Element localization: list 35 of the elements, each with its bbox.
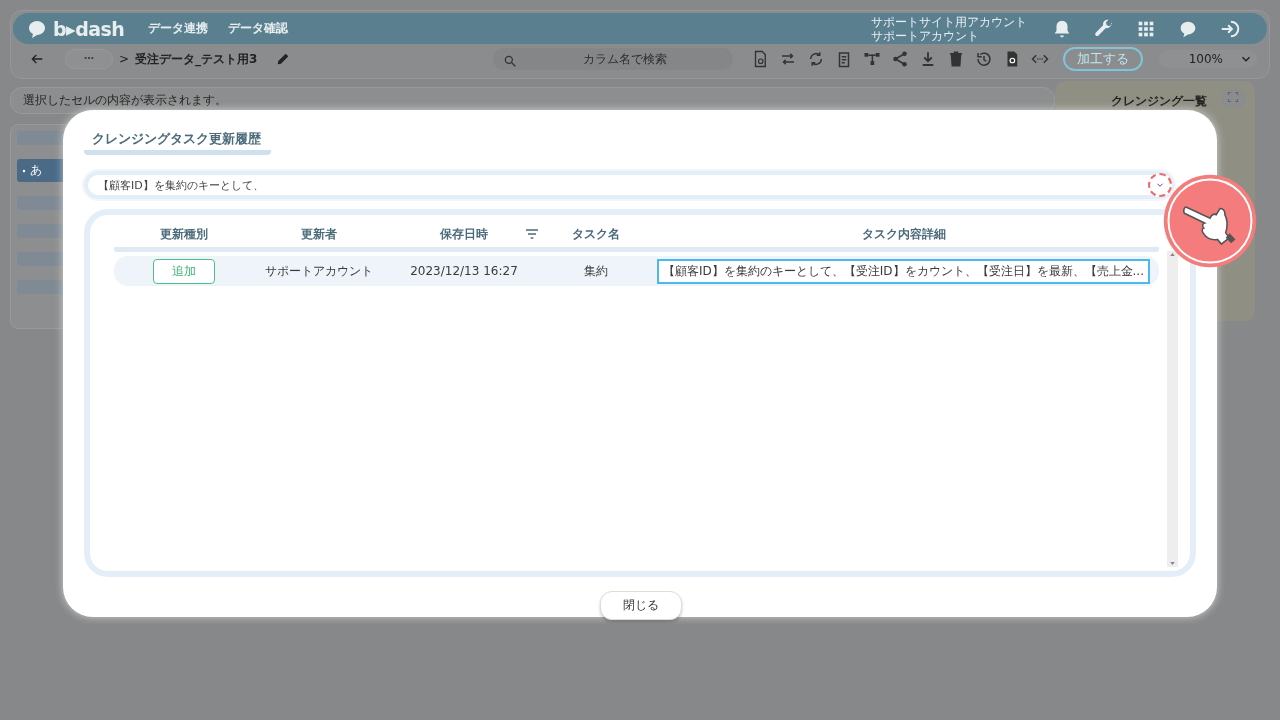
history-row[interactable]: 追加 サポートアカウント 2023/12/13 16:27 集約 【顧客ID】を集約のキーとして、【受注ID】をカウント、【受注日】を最新、【売上金...	[114, 256, 1159, 286]
share-icon[interactable]	[890, 50, 909, 68]
file-name: 受注データ_テスト用3	[135, 50, 258, 68]
table-cell-text: サポートアカウント	[264, 262, 374, 280]
zoom-select[interactable]: 100%	[1158, 50, 1257, 68]
brand-logo: b▸dash	[53, 17, 125, 40]
column-header: タスク名	[572, 225, 620, 243]
panel-title: クレンジング一覧	[1111, 93, 1207, 110]
task-select[interactable]: 【顧客ID】を集約のキーとして、	[84, 171, 1174, 199]
column-header: 更新種別	[160, 225, 208, 243]
breadcrumb-separator: >	[119, 52, 130, 66]
scroll-down-icon	[1169, 560, 1176, 567]
column-header: 更新者	[301, 225, 337, 243]
modal-title: クレンジングタスク更新履歴	[84, 130, 271, 155]
scroll-up-icon	[1169, 251, 1176, 258]
close-button[interactable]: 閉じる	[599, 591, 682, 620]
table-cell-text: 集約	[583, 262, 609, 280]
filter-icon[interactable]	[524, 226, 540, 242]
search-field[interactable]: カラム名で検索	[492, 48, 733, 70]
account-name: サポートアカウント	[871, 28, 980, 43]
scrollbar[interactable]	[1167, 251, 1178, 567]
column-header: 保存日時	[440, 225, 488, 243]
process-button[interactable]: 加工する	[1062, 47, 1143, 71]
history-icon[interactable]	[974, 50, 993, 68]
tree-icon[interactable]	[862, 50, 881, 68]
dropdown-button[interactable]	[1148, 173, 1172, 197]
account-name: サポートサイト用アカウント	[871, 14, 1027, 29]
type-tag: 追加	[153, 258, 215, 284]
dot-icon	[21, 167, 27, 174]
nav-link[interactable]: データ連携	[148, 20, 209, 37]
fullscreen-icon	[1227, 91, 1239, 103]
table-cell-text: 2023/12/13 16:27	[409, 264, 519, 278]
nav-link[interactable]: データ確認	[228, 20, 289, 37]
table-cell: 【顧客ID】を集約のキーとして、【受注ID】をカウント、【受注日】を最新、【売上金...	[657, 258, 1150, 284]
column-header: タスク内容詳細	[861, 225, 946, 243]
